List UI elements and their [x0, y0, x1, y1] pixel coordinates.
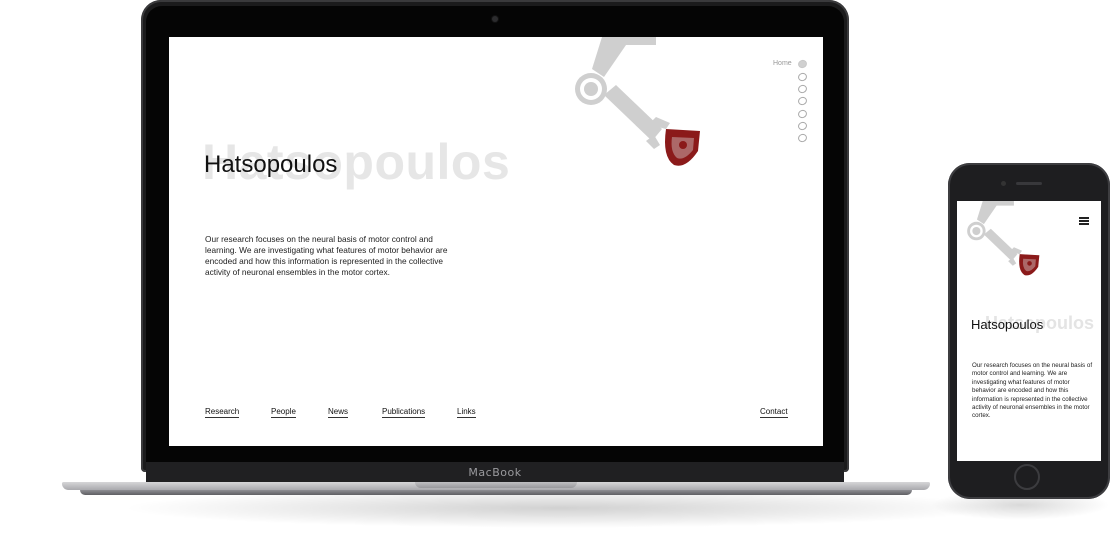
- nav-link-people[interactable]: People: [271, 407, 296, 418]
- mobile-page-title: Hatsopoulos: [971, 317, 1044, 332]
- hero-description: Our research focuses on the neural basis…: [205, 234, 448, 277]
- side-nav-dot[interactable]: [796, 120, 809, 132]
- nav-link-publications[interactable]: Publications: [382, 407, 426, 418]
- camera-icon: [492, 16, 498, 22]
- page-title: Hatsopoulos: [204, 151, 338, 178]
- laptop-brand-label: MacBook: [468, 466, 522, 479]
- laptop-notch: [415, 482, 577, 488]
- side-nav-dot[interactable]: [796, 95, 809, 107]
- phone-home-button[interactable]: [1014, 464, 1040, 490]
- phone-camera-icon: [1001, 181, 1006, 186]
- nav-link-research[interactable]: Research: [205, 407, 240, 418]
- phone-screen: Hatsopoulos Hatsopoulos Our research foc…: [957, 201, 1101, 461]
- side-nav-dot[interactable]: [796, 83, 809, 95]
- side-nav-dot[interactable]: [796, 71, 809, 83]
- nav-link-news[interactable]: News: [328, 407, 349, 418]
- laptop-screen: Home Hatsopoulos Hatsopoulos Our researc…: [169, 37, 823, 446]
- side-nav-dot[interactable]: [796, 132, 809, 144]
- side-nav-dot[interactable]: [796, 108, 809, 120]
- side-nav-dot[interactable]: [796, 58, 809, 70]
- laptop-base-lip: [80, 490, 912, 495]
- nav-link-links[interactable]: Links: [457, 407, 476, 418]
- robot-arm-logo[interactable]: [574, 37, 714, 172]
- hamburger-icon[interactable]: [1079, 217, 1089, 225]
- mobile-description: Our research focuses on the neural basis…: [972, 362, 1093, 420]
- side-nav-home-label[interactable]: Home: [773, 60, 792, 67]
- nav-link-contact[interactable]: Contact: [760, 407, 788, 418]
- robot-arm-logo[interactable]: [965, 201, 1049, 279]
- phone-speaker: [1016, 182, 1042, 185]
